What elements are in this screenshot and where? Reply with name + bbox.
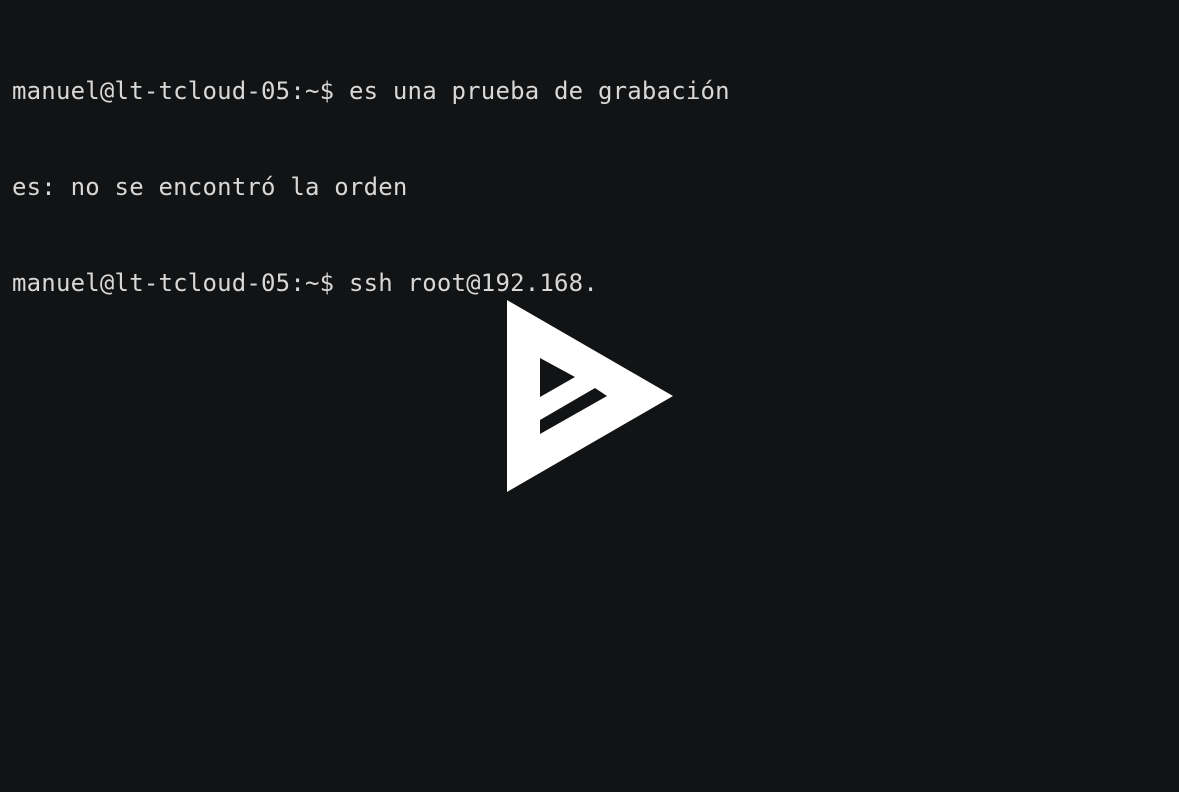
terminal-player[interactable]: manuel@lt-tcloud-05:~$ es una prueba de … xyxy=(0,0,1179,792)
play-button[interactable] xyxy=(507,300,673,492)
asciinema-play-icon xyxy=(507,300,673,492)
command-text: ssh root@192.168. xyxy=(334,269,598,297)
error-output: es: no se encontró la orden xyxy=(12,173,408,201)
terminal-line: es: no se encontró la orden xyxy=(12,171,730,203)
shell-prompt: manuel@lt-tcloud-05:~$ xyxy=(12,269,335,297)
terminal-line: manuel@lt-tcloud-05:~$ es una prueba de … xyxy=(12,75,730,107)
shell-prompt: manuel@lt-tcloud-05:~$ xyxy=(12,77,335,105)
terminal-line: manuel@lt-tcloud-05:~$ ssh root@192.168. xyxy=(12,267,730,299)
command-text: es una prueba de grabación xyxy=(334,77,730,105)
